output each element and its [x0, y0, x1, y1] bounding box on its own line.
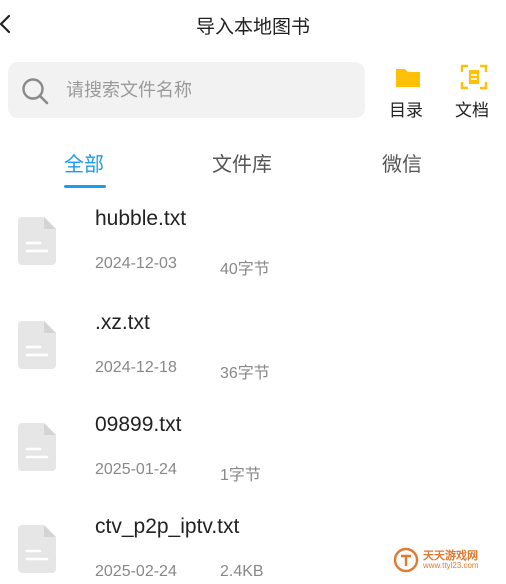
folder-icon	[396, 69, 420, 87]
file-name: ctv_p2p_iptv.txt	[95, 515, 240, 538]
text-file-icon	[18, 321, 56, 369]
tab-all[interactable]: 全部	[64, 148, 104, 177]
text-file-icon	[18, 525, 56, 573]
watermark-logo-icon	[393, 547, 419, 573]
search-input[interactable]	[66, 62, 356, 118]
file-date: 2025-01-24	[95, 461, 177, 478]
text-file-icon	[18, 217, 56, 265]
file-name: hubble.txt	[95, 207, 187, 230]
file-date: 2025-02-24	[95, 563, 177, 580]
watermark: 天天游戏网 www.ttyl23.com	[393, 546, 498, 574]
file-date: 2024-12-03	[95, 255, 177, 272]
tab-bar: 全部 文件库 微信	[0, 140, 506, 192]
tab-wechat[interactable]: 微信	[382, 148, 422, 177]
text-file-icon	[18, 423, 56, 471]
file-size: 36字节	[220, 365, 270, 382]
top-bar: 导入本地图书	[0, 0, 506, 50]
search-box[interactable]	[8, 62, 365, 118]
active-tab-indicator	[64, 185, 106, 188]
directory-button[interactable]: 目录	[381, 60, 431, 120]
file-size: 2.4KB	[220, 563, 264, 580]
file-name: .xz.txt	[95, 311, 150, 334]
file-size: 40字节	[220, 261, 270, 278]
document-label: 文档	[455, 101, 489, 120]
file-size: 1字节	[220, 467, 261, 484]
search-icon	[22, 78, 49, 105]
scan-document-icon	[460, 64, 488, 90]
directory-label: 目录	[389, 101, 423, 120]
file-row[interactable]: 09899.txt 2025-01-24 1字节	[0, 401, 506, 503]
file-name: 09899.txt	[95, 413, 182, 436]
file-row[interactable]: hubble.txt 2024-12-03 40字节	[0, 195, 506, 297]
file-date: 2024-12-18	[95, 359, 177, 376]
document-button[interactable]: 文档	[447, 60, 497, 120]
watermark-url: www.ttyl23.com	[423, 561, 479, 570]
page-title: 导入本地图书	[195, 17, 310, 38]
tab-file-library[interactable]: 文件库	[212, 148, 272, 177]
file-row[interactable]: .xz.txt 2024-12-18 36字节	[0, 299, 506, 401]
